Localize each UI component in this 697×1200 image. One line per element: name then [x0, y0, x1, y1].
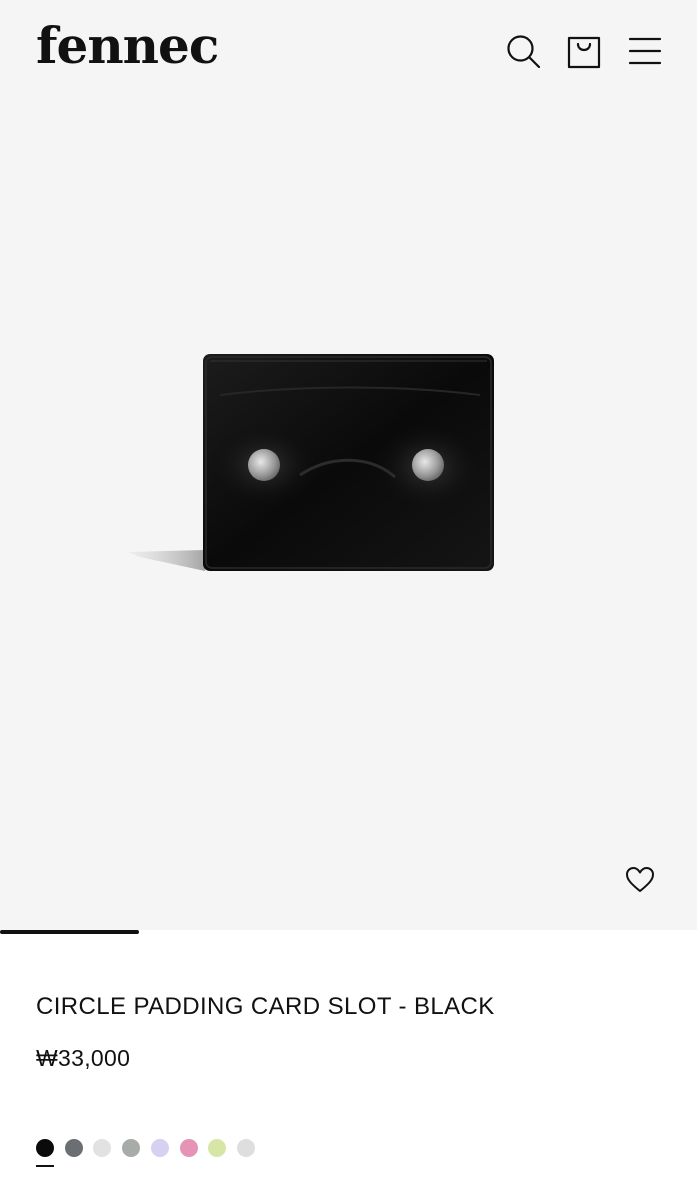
color-swatch[interactable] [122, 1139, 140, 1157]
wishlist-button[interactable] [624, 864, 656, 896]
gallery-progress-fill [0, 930, 140, 934]
heart-outline-icon [626, 867, 654, 892]
product-title: CIRCLE PADDING CARD SLOT - BLACK [36, 993, 495, 1020]
color-swatch[interactable] [237, 1139, 255, 1157]
color-swatch[interactable] [65, 1139, 83, 1157]
brand-logo[interactable]: fennec [36, 14, 219, 78]
menu-icon[interactable] [627, 33, 663, 69]
product-gallery[interactable] [0, 95, 697, 930]
gallery-progress-track [0, 930, 697, 934]
shopping-bag-icon[interactable] [566, 33, 602, 69]
color-swatch[interactable] [36, 1139, 54, 1157]
search-icon[interactable] [505, 33, 541, 69]
color-swatch[interactable] [93, 1139, 111, 1157]
selected-swatch-underline [36, 1165, 54, 1167]
color-swatch[interactable] [151, 1139, 169, 1157]
header-bar: fennec [0, 0, 697, 95]
color-swatch[interactable] [208, 1139, 226, 1157]
color-swatch[interactable] [180, 1139, 198, 1157]
product-image [128, 354, 494, 571]
product-price: ₩33,000 [36, 1045, 131, 1071]
